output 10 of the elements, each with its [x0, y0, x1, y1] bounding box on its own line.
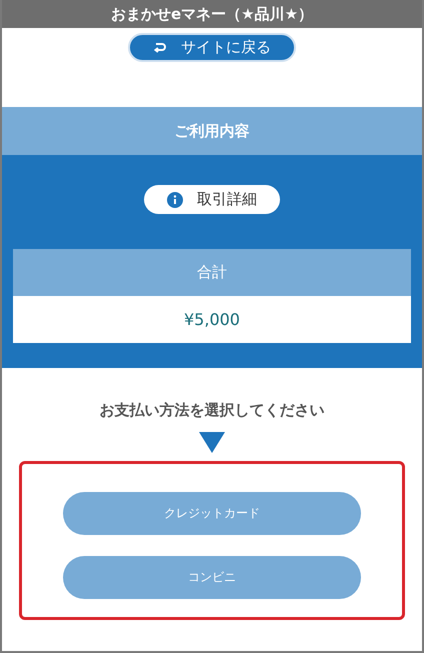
- total-label: 合計: [13, 249, 411, 296]
- info-icon: [167, 192, 183, 208]
- payment-prompt: お支払い方法を選択してください: [98, 401, 326, 420]
- back-button[interactable]: サイトに戻る: [128, 33, 296, 62]
- return-icon: [153, 40, 167, 54]
- down-triangle-icon: [199, 432, 225, 453]
- header-title: おまかせeマネー（★品川★）: [2, 0, 422, 28]
- section-title: ご利用内容: [2, 107, 422, 155]
- details-button[interactable]: 取引詳細: [144, 185, 280, 214]
- total-value: ¥5,000: [13, 296, 411, 343]
